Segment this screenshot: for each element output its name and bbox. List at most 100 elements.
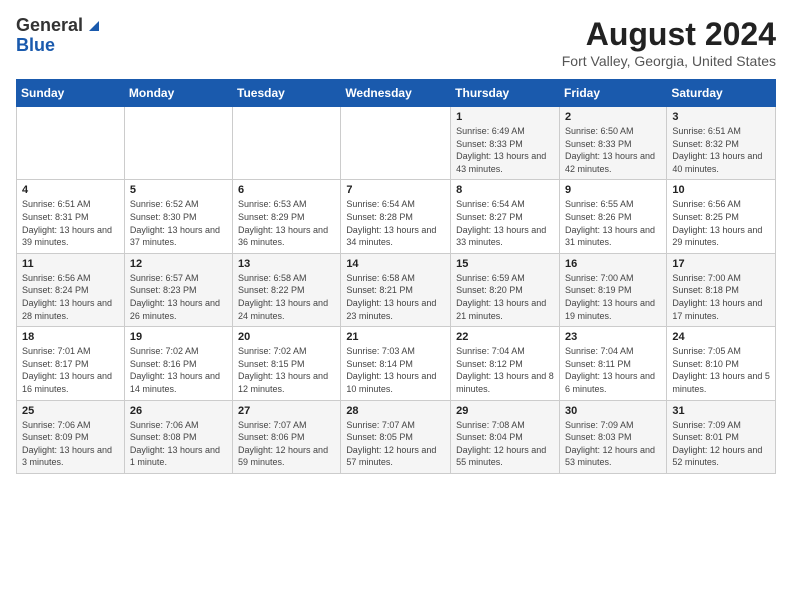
day-sunrise: Sunrise: 6:56 AM [672, 198, 770, 211]
header: General Blue August 2024 Fort Valley, Ge… [16, 16, 776, 69]
day-number: 22 [456, 331, 554, 343]
day-sunrise: Sunrise: 7:07 AM [346, 419, 445, 432]
calendar-cell: 27 Sunrise: 7:07 AM Sunset: 8:06 PM Dayl… [233, 400, 341, 473]
day-number: 18 [22, 331, 119, 343]
day-sunrise: Sunrise: 6:53 AM [238, 198, 335, 211]
day-number: 29 [456, 405, 554, 417]
day-sunset: Sunset: 8:16 PM [130, 358, 227, 371]
day-daylight: Daylight: 13 hours and 26 minutes. [130, 297, 227, 322]
day-sunset: Sunset: 8:15 PM [238, 358, 335, 371]
calendar-cell: 25 Sunrise: 7:06 AM Sunset: 8:09 PM Dayl… [17, 400, 125, 473]
day-number: 4 [22, 184, 119, 196]
day-daylight: Daylight: 13 hours and 29 minutes. [672, 224, 770, 249]
day-daylight: Daylight: 13 hours and 42 minutes. [565, 150, 661, 175]
calendar-cell: 20 Sunrise: 7:02 AM Sunset: 8:15 PM Dayl… [233, 327, 341, 400]
calendar-cell: 16 Sunrise: 7:00 AM Sunset: 8:19 PM Dayl… [559, 253, 666, 326]
day-sunset: Sunset: 8:11 PM [565, 358, 661, 371]
day-sunrise: Sunrise: 6:51 AM [22, 198, 119, 211]
day-sunset: Sunset: 8:28 PM [346, 211, 445, 224]
day-sunrise: Sunrise: 6:51 AM [672, 125, 770, 138]
day-sunrise: Sunrise: 6:52 AM [130, 198, 227, 211]
calendar-week-row: 1 Sunrise: 6:49 AM Sunset: 8:33 PM Dayli… [17, 107, 776, 180]
day-sunset: Sunset: 8:24 PM [22, 284, 119, 297]
day-sunset: Sunset: 8:29 PM [238, 211, 335, 224]
day-number: 6 [238, 184, 335, 196]
day-sunset: Sunset: 8:19 PM [565, 284, 661, 297]
day-sunset: Sunset: 8:09 PM [22, 431, 119, 444]
day-sunset: Sunset: 8:12 PM [456, 358, 554, 371]
day-number: 26 [130, 405, 227, 417]
day-number: 21 [346, 331, 445, 343]
day-sunset: Sunset: 8:08 PM [130, 431, 227, 444]
day-daylight: Daylight: 13 hours and 3 minutes. [22, 444, 119, 469]
day-daylight: Daylight: 13 hours and 6 minutes. [565, 370, 661, 395]
day-daylight: Daylight: 13 hours and 43 minutes. [456, 150, 554, 175]
day-daylight: Daylight: 13 hours and 28 minutes. [22, 297, 119, 322]
calendar-cell: 1 Sunrise: 6:49 AM Sunset: 8:33 PM Dayli… [451, 107, 560, 180]
calendar-cell: 13 Sunrise: 6:58 AM Sunset: 8:22 PM Dayl… [233, 253, 341, 326]
day-sunrise: Sunrise: 7:02 AM [238, 345, 335, 358]
logo-general-text: General [16, 16, 83, 36]
day-sunset: Sunset: 8:32 PM [672, 138, 770, 151]
day-sunset: Sunset: 8:17 PM [22, 358, 119, 371]
day-daylight: Daylight: 12 hours and 53 minutes. [565, 444, 661, 469]
day-sunset: Sunset: 8:33 PM [456, 138, 554, 151]
day-sunset: Sunset: 8:30 PM [130, 211, 227, 224]
day-sunrise: Sunrise: 7:07 AM [238, 419, 335, 432]
day-sunrise: Sunrise: 7:06 AM [22, 419, 119, 432]
calendar-cell: 23 Sunrise: 7:04 AM Sunset: 8:11 PM Dayl… [559, 327, 666, 400]
day-sunset: Sunset: 8:01 PM [672, 431, 770, 444]
day-number: 25 [22, 405, 119, 417]
header-tuesday: Tuesday [233, 80, 341, 107]
day-number: 14 [346, 258, 445, 270]
day-sunrise: Sunrise: 6:58 AM [238, 272, 335, 285]
calendar-cell: 10 Sunrise: 6:56 AM Sunset: 8:25 PM Dayl… [667, 180, 776, 253]
day-number: 8 [456, 184, 554, 196]
day-sunset: Sunset: 8:23 PM [130, 284, 227, 297]
header-monday: Monday [124, 80, 232, 107]
day-daylight: Daylight: 13 hours and 39 minutes. [22, 224, 119, 249]
calendar-cell: 17 Sunrise: 7:00 AM Sunset: 8:18 PM Dayl… [667, 253, 776, 326]
day-sunrise: Sunrise: 7:00 AM [672, 272, 770, 285]
day-daylight: Daylight: 13 hours and 19 minutes. [565, 297, 661, 322]
calendar-cell [17, 107, 125, 180]
weekday-header-row: Sunday Monday Tuesday Wednesday Thursday… [17, 80, 776, 107]
calendar-cell: 26 Sunrise: 7:06 AM Sunset: 8:08 PM Dayl… [124, 400, 232, 473]
day-number: 31 [672, 405, 770, 417]
day-sunrise: Sunrise: 7:06 AM [130, 419, 227, 432]
calendar-cell: 15 Sunrise: 6:59 AM Sunset: 8:20 PM Dayl… [451, 253, 560, 326]
day-number: 11 [22, 258, 119, 270]
logo-blue-text: Blue [16, 36, 55, 56]
day-daylight: Daylight: 13 hours and 8 minutes. [456, 370, 554, 395]
calendar-week-row: 25 Sunrise: 7:06 AM Sunset: 8:09 PM Dayl… [17, 400, 776, 473]
logo: General Blue [16, 16, 103, 56]
month-title: August 2024 [562, 16, 776, 53]
calendar-week-row: 4 Sunrise: 6:51 AM Sunset: 8:31 PM Dayli… [17, 180, 776, 253]
day-sunset: Sunset: 8:27 PM [456, 211, 554, 224]
day-daylight: Daylight: 13 hours and 37 minutes. [130, 224, 227, 249]
calendar-cell: 22 Sunrise: 7:04 AM Sunset: 8:12 PM Dayl… [451, 327, 560, 400]
calendar-cell: 31 Sunrise: 7:09 AM Sunset: 8:01 PM Dayl… [667, 400, 776, 473]
day-daylight: Daylight: 12 hours and 59 minutes. [238, 444, 335, 469]
day-daylight: Daylight: 13 hours and 1 minute. [130, 444, 227, 469]
day-sunrise: Sunrise: 7:03 AM [346, 345, 445, 358]
day-number: 20 [238, 331, 335, 343]
day-number: 7 [346, 184, 445, 196]
day-number: 9 [565, 184, 661, 196]
calendar-cell: 29 Sunrise: 7:08 AM Sunset: 8:04 PM Dayl… [451, 400, 560, 473]
day-number: 12 [130, 258, 227, 270]
day-daylight: Daylight: 13 hours and 33 minutes. [456, 224, 554, 249]
calendar-cell: 18 Sunrise: 7:01 AM Sunset: 8:17 PM Dayl… [17, 327, 125, 400]
day-sunrise: Sunrise: 7:00 AM [565, 272, 661, 285]
day-sunset: Sunset: 8:05 PM [346, 431, 445, 444]
calendar-cell [124, 107, 232, 180]
day-daylight: Daylight: 13 hours and 24 minutes. [238, 297, 335, 322]
day-number: 15 [456, 258, 554, 270]
calendar-table: Sunday Monday Tuesday Wednesday Thursday… [16, 79, 776, 474]
day-sunrise: Sunrise: 6:59 AM [456, 272, 554, 285]
location-subtitle: Fort Valley, Georgia, United States [562, 53, 776, 69]
day-daylight: Daylight: 12 hours and 57 minutes. [346, 444, 445, 469]
calendar-cell [233, 107, 341, 180]
day-daylight: Daylight: 13 hours and 17 minutes. [672, 297, 770, 322]
calendar-cell: 6 Sunrise: 6:53 AM Sunset: 8:29 PM Dayli… [233, 180, 341, 253]
